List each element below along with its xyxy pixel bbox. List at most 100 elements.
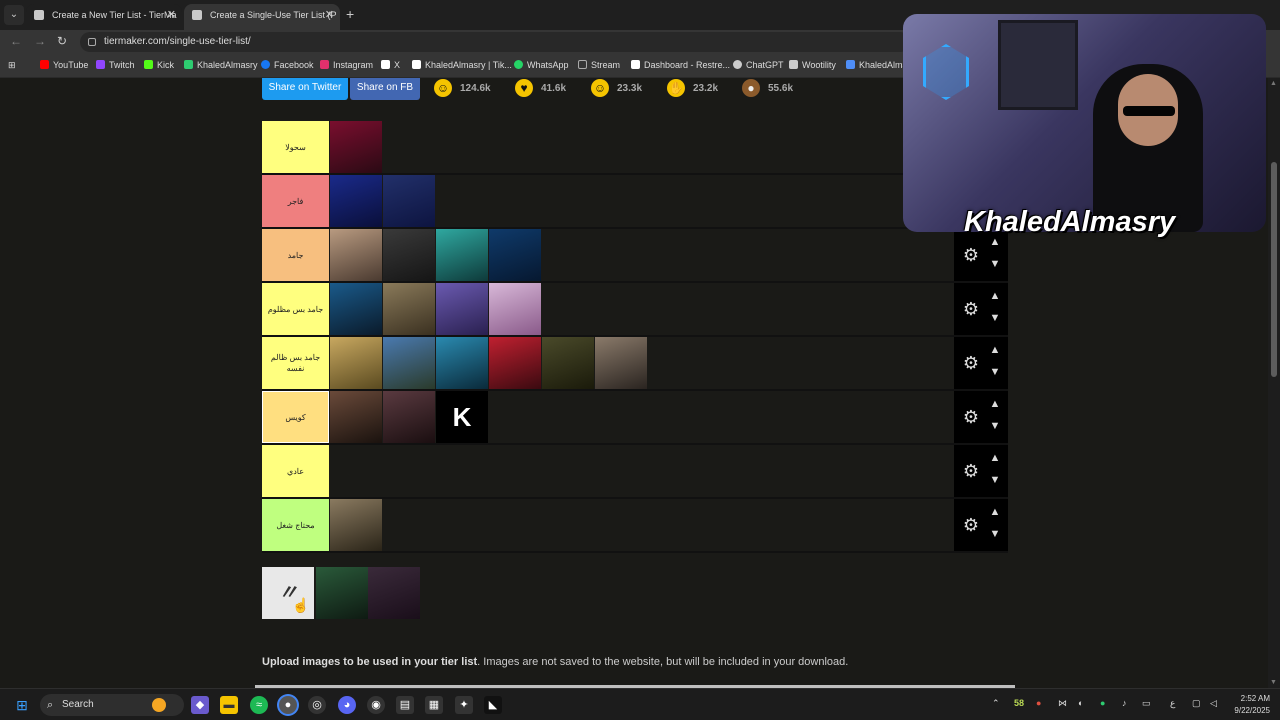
gear-icon[interactable]: ⚙	[960, 514, 982, 536]
chevron-up-icon[interactable]: ▲	[988, 505, 1002, 519]
tier-image[interactable]	[330, 391, 382, 443]
site-info-icon[interactable]	[88, 38, 96, 46]
scroll-up-icon[interactable]: ▲	[1270, 80, 1277, 87]
discord-icon[interactable]: ◕	[338, 696, 356, 714]
copilot-icon[interactable]: ◆	[191, 696, 209, 714]
language-indicator[interactable]: ع	[1170, 698, 1175, 709]
new-tab-plus-icon[interactable]: +	[346, 6, 354, 22]
tier-label-editing[interactable]: كويس	[262, 391, 329, 443]
tier-image[interactable]	[383, 391, 435, 443]
bookmark-youtube[interactable]: YouTube	[40, 60, 88, 70]
tier-image[interactable]	[436, 229, 488, 281]
bookmark-whatsapp[interactable]: WhatsApp	[514, 60, 569, 70]
chevron-down-icon[interactable]: ▼	[988, 257, 1002, 271]
bookmark-instagram[interactable]: Instagram	[320, 60, 373, 70]
file-explorer-icon[interactable]: ▬	[220, 696, 238, 714]
tab-tiermaker-single-use[interactable]: Create a Single-Use Tier List (P ✕	[184, 4, 340, 30]
reload-icon[interactable]: ↻	[57, 34, 67, 48]
reaction-laughing[interactable]: ☺ 124.6k	[434, 79, 491, 99]
chevron-down-icon[interactable]: ▼	[988, 419, 1002, 433]
bookmark-twitch[interactable]: Twitch	[96, 60, 135, 70]
url-bar[interactable]: tiermaker.com/single-use-tier-list/	[80, 32, 910, 52]
tab-search-menu-icon[interactable]: ⌄	[4, 5, 24, 25]
tier-image[interactable]	[489, 229, 541, 281]
share-twitter-button[interactable]: Share on Twitter	[262, 78, 348, 100]
tier-image[interactable]	[383, 175, 435, 227]
gear-icon[interactable]: ⚙	[960, 298, 982, 320]
tier-image[interactable]	[330, 175, 382, 227]
tier-image[interactable]	[595, 337, 647, 389]
tier-label[interactable]: جامد بس مظلوم	[262, 283, 329, 335]
bookmark-stream[interactable]: Stream	[578, 60, 620, 70]
chevron-down-icon[interactable]: ▼	[988, 311, 1002, 325]
chevron-up-icon[interactable]: ▲	[988, 397, 1002, 411]
tier-label[interactable]: جامد بس ظالم نفسه	[262, 337, 329, 389]
kv-logo-image[interactable]: K	[436, 391, 488, 443]
tier-image[interactable]	[330, 499, 382, 551]
close-tab-icon[interactable]: ✕	[167, 4, 176, 26]
vertical-scrollbar[interactable]: ▲ ▼	[1268, 78, 1280, 688]
gear-icon[interactable]: ⚙	[960, 406, 982, 428]
bookmark-wootility[interactable]: Wootility	[789, 60, 836, 70]
spotify-icon[interactable]: ≈	[250, 696, 268, 714]
chevron-up-icon[interactable]: ▲	[988, 289, 1002, 303]
pool-image[interactable]	[316, 567, 368, 619]
chevron-up-icon[interactable]: ▲	[988, 343, 1002, 357]
tray-number[interactable]: 58	[1014, 698, 1024, 708]
tray-expand-icon[interactable]: ⌃	[992, 698, 1000, 709]
apps-grid-icon[interactable]: ⊞	[8, 60, 16, 71]
bookmark-x[interactable]: X	[381, 60, 400, 70]
chrome-icon[interactable]: ●	[279, 696, 297, 714]
tier-image[interactable]	[383, 283, 435, 335]
tray-app-icon[interactable]: ⋈	[1058, 698, 1067, 709]
tier-image[interactable]	[330, 337, 382, 389]
bookmark-tiktok[interactable]: KhaledAlmasry | Tik...	[412, 60, 512, 70]
tier-label[interactable]: عادي	[262, 445, 329, 497]
tier-image[interactable]	[330, 283, 382, 335]
store-icon[interactable]: ▦	[425, 696, 443, 714]
volume-icon[interactable]: ◁	[1210, 698, 1217, 709]
tier-label[interactable]: سحولا	[262, 121, 329, 173]
scroll-down-icon[interactable]: ▼	[1270, 679, 1277, 686]
tier-image[interactable]	[436, 283, 488, 335]
tier-image[interactable]	[489, 337, 541, 389]
tier-image[interactable]	[383, 337, 435, 389]
tier-label[interactable]: جامد	[262, 229, 329, 281]
tier-label[interactable]: فاجر	[262, 175, 329, 227]
tier-image[interactable]	[489, 283, 541, 335]
bookmark-facebook[interactable]: Facebook	[261, 60, 314, 70]
bookmark-khaledalmasry[interactable]: KhaledAlmasry	[184, 60, 258, 70]
tier-image[interactable]	[330, 121, 382, 173]
close-tab-icon[interactable]: ✕	[325, 4, 334, 26]
tier-image[interactable]	[542, 337, 594, 389]
tier-image[interactable]	[436, 337, 488, 389]
app-icon[interactable]: ◣	[484, 696, 502, 714]
reaction-grin[interactable]: ☺ 23.3k	[591, 79, 642, 99]
microphone-icon[interactable]: ♪	[1122, 698, 1127, 708]
keyboard-app-icon[interactable]: ▤	[396, 696, 414, 714]
back-arrow-icon[interactable]: ←	[10, 34, 22, 48]
reaction-poop[interactable]: ● 55.6k	[742, 79, 793, 99]
reaction-praying[interactable]: ✋ 23.2k	[667, 79, 718, 99]
gear-icon[interactable]: ⚙	[960, 352, 982, 374]
tier-image[interactable]	[383, 229, 435, 281]
bookmark-restream[interactable]: Dashboard - Restre...	[631, 60, 730, 70]
tier-label[interactable]: محتاج شغل	[262, 499, 329, 551]
share-facebook-button[interactable]: Share on FB	[350, 78, 420, 100]
gear-icon[interactable]: ⚙	[960, 460, 982, 482]
controller-icon[interactable]: ✦	[455, 696, 473, 714]
bookmark-chatgpt[interactable]: ChatGPT	[733, 60, 784, 70]
app-icon[interactable]: ◎	[308, 696, 326, 714]
tray-status-icon[interactable]: ●	[1100, 698, 1105, 708]
forward-arrow-icon[interactable]: →	[34, 34, 46, 48]
widget-icon[interactable]	[152, 698, 166, 712]
chevron-up-icon[interactable]: ▲	[988, 451, 1002, 465]
tier-image[interactable]	[330, 229, 382, 281]
windows-start-icon[interactable]: ⊞	[13, 696, 31, 714]
keyboard-icon[interactable]: ▭	[1142, 698, 1151, 709]
tab-tiermaker-new[interactable]: Create a New Tier List - TierMa ✕	[26, 4, 182, 30]
clock[interactable]: 2:52 AM 9/22/2025	[1234, 693, 1270, 717]
tray-app-icon[interactable]: ◐	[1078, 698, 1083, 708]
chevron-down-icon[interactable]: ▼	[988, 527, 1002, 541]
scrollbar-thumb[interactable]	[1271, 162, 1277, 377]
